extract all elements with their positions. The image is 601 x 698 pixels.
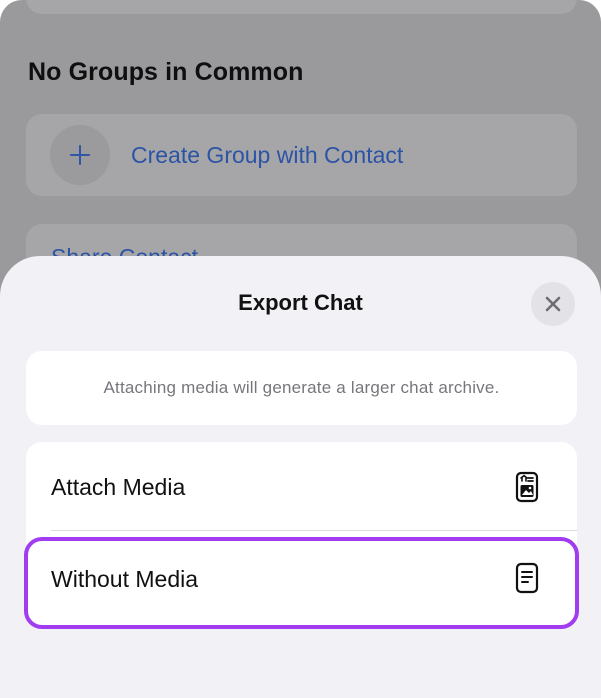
- export-chat-sheet: Export Chat Attaching media will generat…: [0, 256, 601, 698]
- without-media-label: Without Media: [51, 566, 199, 592]
- info-card: Attaching media will generate a larger c…: [26, 351, 577, 425]
- attach-media-label: Attach Media: [51, 474, 186, 500]
- create-group-card[interactable]: Create Group with Contact: [26, 114, 577, 196]
- without-media-option[interactable]: Without Media: [26, 532, 577, 622]
- option-divider: [51, 530, 577, 531]
- close-button[interactable]: [531, 282, 575, 326]
- close-icon: [545, 296, 561, 312]
- plus-icon: [50, 125, 110, 185]
- info-text: Attaching media will generate a larger c…: [103, 378, 500, 397]
- background-top-card: [26, 0, 577, 14]
- create-group-label: Create Group with Contact: [131, 142, 404, 168]
- export-options-list: Attach Media Without Media: [26, 442, 577, 628]
- document-with-media-icon: [515, 471, 539, 503]
- attach-media-option[interactable]: Attach Media: [26, 442, 577, 532]
- sheet-title: Export Chat: [238, 290, 363, 315]
- document-text-icon: [515, 562, 539, 594]
- groups-in-common-title: No Groups in Common: [28, 58, 304, 86]
